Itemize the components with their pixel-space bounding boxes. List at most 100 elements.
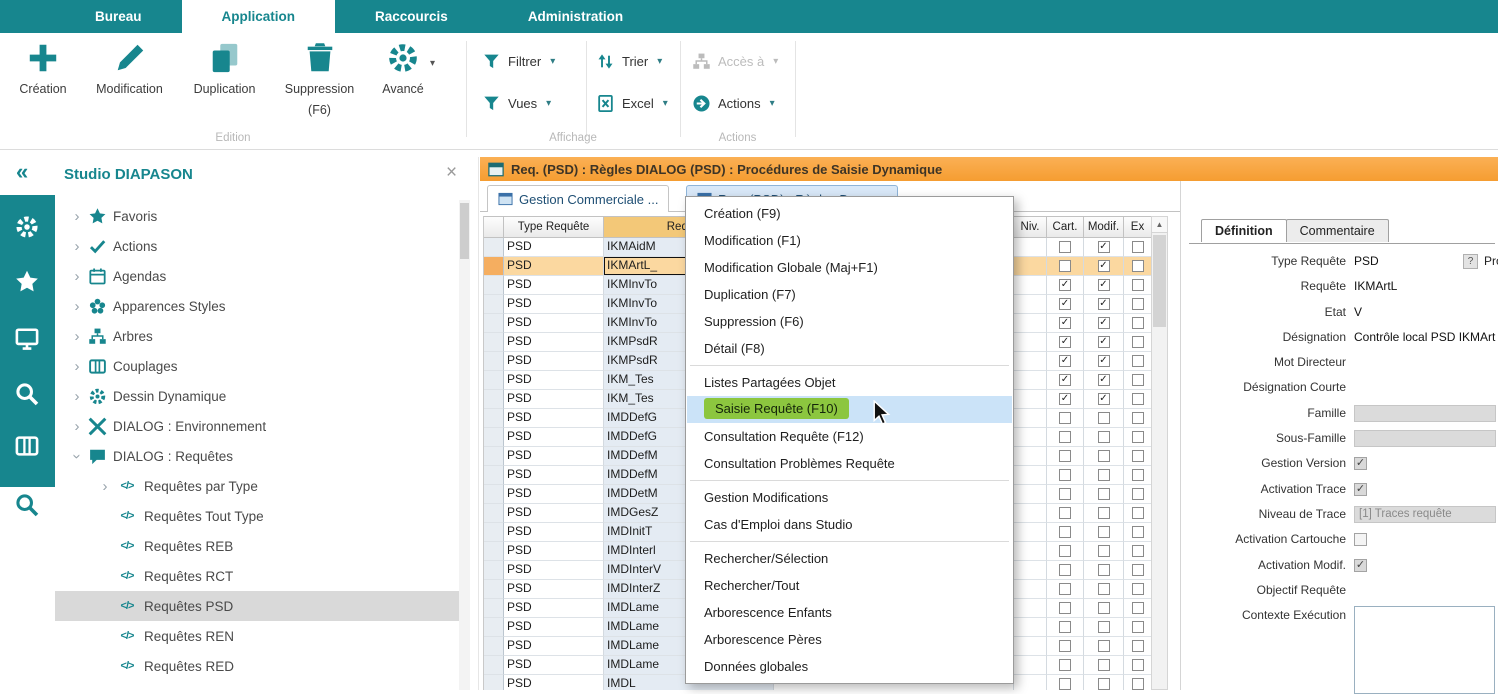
checkbox[interactable] [1098,659,1110,671]
checkbox[interactable] [1059,469,1071,481]
checkbox[interactable] [1132,260,1144,272]
sidebar-scrollbar[interactable] [459,200,470,690]
sidebar-item-arbres[interactable]: ›Arbres [55,321,459,351]
checkbox[interactable] [1059,450,1071,462]
table-scrollbar[interactable]: ▲ [1151,216,1168,690]
checkbox[interactable] [1059,545,1071,557]
ribbon-button-vues[interactable]: Vues▾ [482,89,551,117]
checkbox[interactable] [1132,545,1144,557]
ribbon-tab-application[interactable]: Application [182,0,336,33]
checkbox[interactable]: ✓ [1098,355,1110,367]
chevron-collapsed-icon[interactable]: › [69,268,85,285]
menu-item-consultation-problemes-requete[interactable]: Consultation Problèmes Requête [687,450,1012,477]
checkbox[interactable] [1059,241,1071,253]
sidebar-item-agendas[interactable]: ›Agendas [55,261,459,291]
checkbox[interactable] [1098,564,1110,576]
checkbox[interactable] [1059,412,1071,424]
table-scrollbar-thumb[interactable] [1153,235,1166,327]
checkbox[interactable] [1059,640,1071,652]
checkbox[interactable] [1132,640,1144,652]
checkbox[interactable] [1059,526,1071,538]
checkbox[interactable]: ✓ [1059,336,1071,348]
checkbox[interactable]: ✓ [1098,374,1110,386]
checkbox[interactable]: ✓ [1059,355,1071,367]
chevron-collapsed-icon[interactable]: › [69,358,85,375]
ribbon-button-acces-a[interactable]: Accès à▾ [692,47,778,75]
checkbox[interactable] [1132,507,1144,519]
checkbox[interactable] [1098,488,1110,500]
checkbox[interactable] [1132,621,1144,633]
sidebar-item-actions[interactable]: ›Actions [55,231,459,261]
sidebar-item-requetes-psd[interactable]: </>Requêtes PSD [55,591,459,621]
ribbon-button-duplication[interactable]: Duplication [177,38,272,117]
chevron-collapsed-icon[interactable]: › [69,328,85,345]
sidebar-item-requetes-reb[interactable]: </>Requêtes REB [55,531,459,561]
ribbon-tab-bureau[interactable]: Bureau [55,0,182,33]
column-header-niv[interactable]: Niv. [1014,216,1047,238]
sidebar-close-icon[interactable]: × [446,162,457,184]
checkbox[interactable] [1059,583,1071,595]
menu-item-modification-globale-maj-f1[interactable]: Modification Globale (Maj+F1) [687,254,1012,281]
checkbox[interactable] [1098,412,1110,424]
menu-item-consultation-requete-f12[interactable]: Consultation Requête (F12) [687,423,1012,450]
strip-item-search[interactable] [14,381,40,407]
checkbox[interactable] [1132,374,1144,386]
ribbon-tab-administration[interactable]: Administration [488,0,663,33]
ribbon-button-actions[interactable]: Actions▾ [692,89,775,117]
column-header-type-requete[interactable]: Type Requête [504,216,604,238]
menu-item-rechercher-tout[interactable]: Rechercher/Tout [687,572,1012,599]
checkbox[interactable] [1098,469,1110,481]
chevron-collapsed-icon[interactable]: › [69,418,85,435]
menu-item-arborescence-enfants[interactable]: Arborescence Enfants [687,599,1012,626]
checkbox[interactable]: ✓ [1098,298,1110,310]
ribbon-button-creation[interactable]: Création [4,38,82,117]
checkbox[interactable] [1059,431,1071,443]
strip-item-gear[interactable] [14,214,40,240]
checkbox[interactable] [1132,450,1144,462]
sidebar-item-requetes-red[interactable]: </>Requêtes RED [55,651,459,681]
checkbox[interactable] [1059,659,1071,671]
column-header-cart[interactable]: Cart. [1047,216,1084,238]
checkbox[interactable] [1132,241,1144,253]
strip-item-search[interactable] [14,492,40,518]
tab-commentaire[interactable]: Commentaire [1286,219,1389,242]
checkbox[interactable] [1059,678,1071,690]
checkbox[interactable]: ✓ [1098,279,1110,291]
checkbox[interactable] [1132,412,1144,424]
menu-item-duplication-f7[interactable]: Duplication (F7) [687,281,1012,308]
checkbox[interactable] [1059,602,1071,614]
checkbox[interactable] [1132,298,1144,310]
checkbox[interactable] [1132,659,1144,671]
sidebar-scrollbar-thumb[interactable] [460,203,469,259]
sidebar-item-requetes-par-type[interactable]: ›</>Requêtes par Type [55,471,459,501]
strip-item-star[interactable] [14,269,40,295]
checkbox[interactable] [1354,533,1367,546]
checkbox[interactable] [1098,431,1110,443]
ribbon-button-trier[interactable]: Trier▾ [596,47,662,75]
checkbox[interactable] [1098,450,1110,462]
menu-item-suppression-f6[interactable]: Suppression (F6) [687,308,1012,335]
context-execution-textarea[interactable] [1354,606,1495,694]
sidebar-item-dessin-dynamique[interactable]: ›Dessin Dynamique [55,381,459,411]
menu-item-cas-d-emploi-dans-studio[interactable]: Cas d'Emploi dans Studio [687,511,1012,538]
checkbox[interactable] [1098,545,1110,557]
checkbox[interactable] [1059,260,1071,272]
checkbox[interactable]: ✓ [1059,279,1071,291]
checkbox[interactable]: ✓ [1059,393,1071,405]
menu-item-rechercher-selection[interactable]: Rechercher/Sélection [687,545,1012,572]
chevron-collapsed-icon[interactable]: › [97,478,113,495]
tab-definition[interactable]: Définition [1201,219,1287,242]
ribbon-button-avance[interactable]: ▾Avancé [367,38,439,117]
sidebar-item-requetes-tout-type[interactable]: </>Requêtes Tout Type [55,501,459,531]
checkbox[interactable] [1132,393,1144,405]
menu-item-detail-f8[interactable]: Détail (F8) [687,335,1012,362]
checkbox[interactable]: ✓ [1098,241,1110,253]
strip-item-monitor[interactable] [14,326,40,352]
ribbon-button-excel[interactable]: Excel▾ [596,89,668,117]
checkbox[interactable] [1098,583,1110,595]
checkbox[interactable]: ✓ [1098,260,1110,272]
checkbox[interactable] [1098,526,1110,538]
chevron-down-icon[interactable]: ▾ [430,58,435,69]
checkbox[interactable] [1098,621,1110,633]
sidebar-item-couplages[interactable]: ›Couplages [55,351,459,381]
